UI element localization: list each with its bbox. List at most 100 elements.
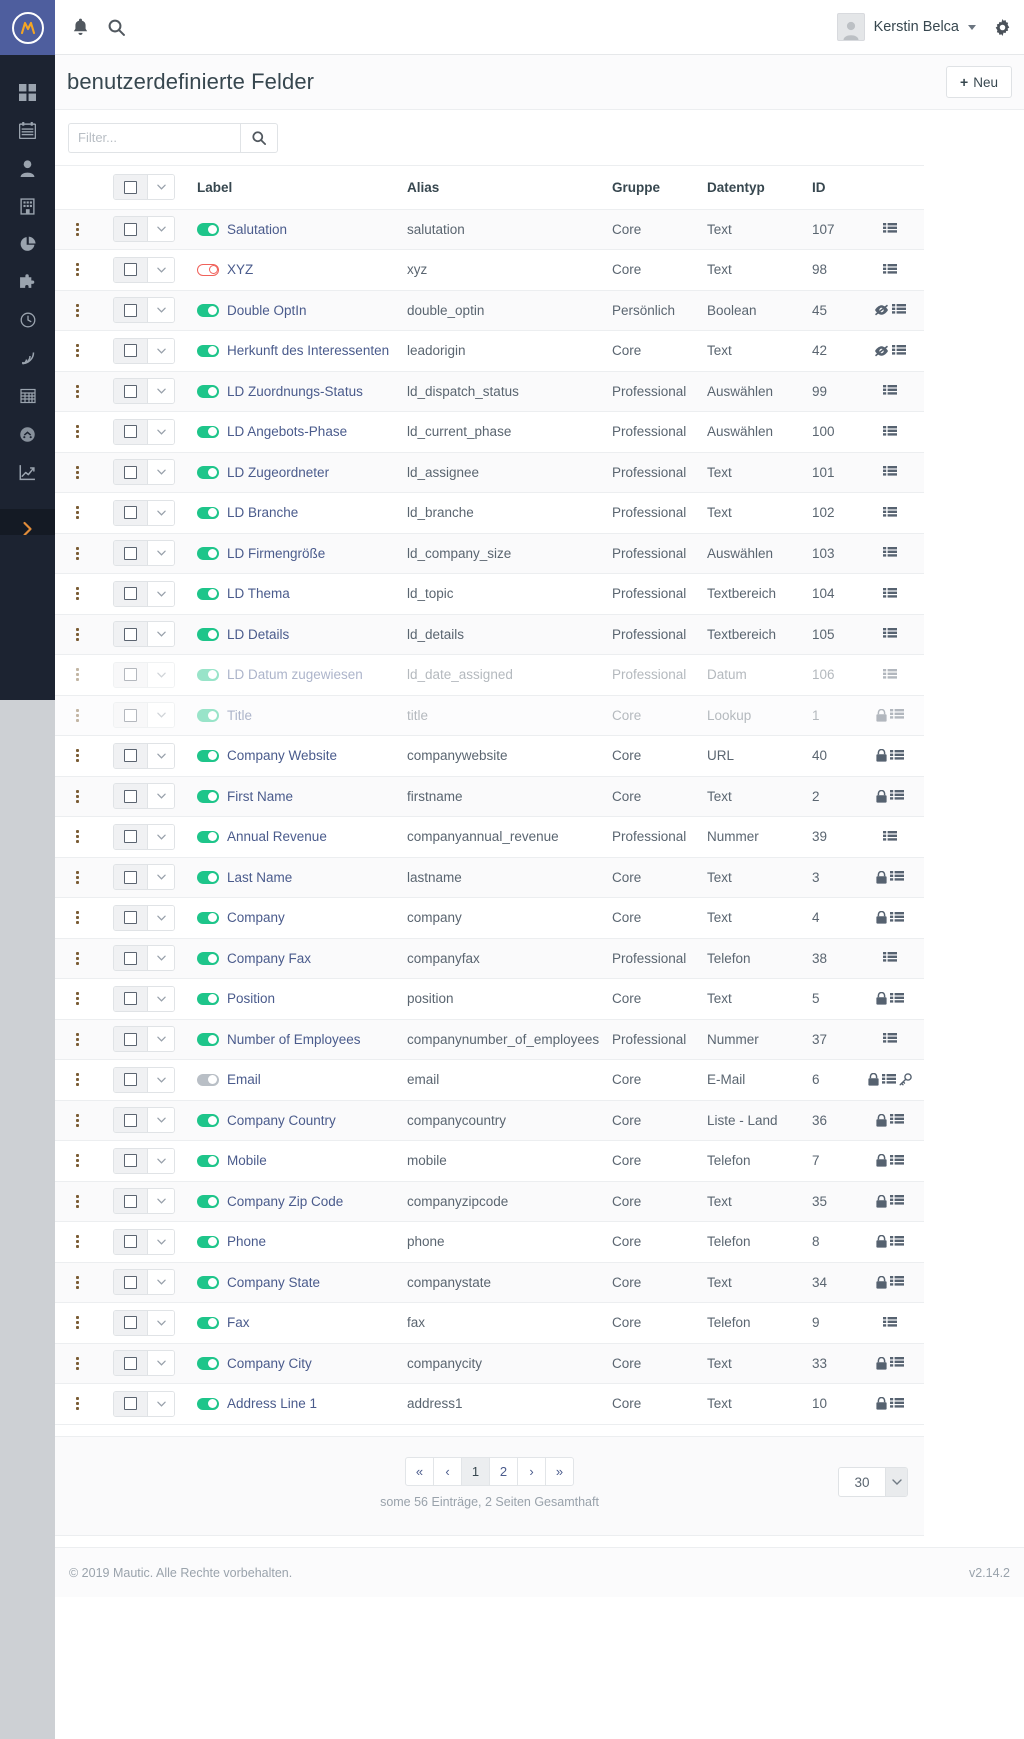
row-actions-dropdown[interactable] bbox=[148, 298, 174, 323]
row-select-group[interactable] bbox=[113, 1107, 175, 1134]
row-actions-dropdown[interactable] bbox=[148, 703, 174, 728]
row-actions-dropdown[interactable] bbox=[148, 1067, 174, 1092]
row-drag-handle[interactable] bbox=[55, 249, 100, 291]
row-drag-handle[interactable] bbox=[55, 614, 100, 655]
row-actions-dropdown[interactable] bbox=[148, 257, 174, 282]
row-checkbox[interactable] bbox=[114, 1027, 148, 1052]
row-select-group[interactable] bbox=[113, 823, 175, 850]
sidebar-scroll-track[interactable] bbox=[0, 700, 55, 1739]
row-select-group[interactable] bbox=[113, 1066, 175, 1093]
action-lock[interactable] bbox=[875, 1235, 887, 1248]
page-size-select[interactable]: 30 bbox=[838, 1467, 908, 1497]
row-checkbox[interactable] bbox=[114, 1189, 148, 1214]
publish-toggle[interactable] bbox=[197, 911, 219, 924]
row-actions-dropdown[interactable] bbox=[148, 1027, 174, 1052]
publish-toggle[interactable] bbox=[197, 506, 219, 519]
row-checkbox[interactable] bbox=[114, 1108, 148, 1133]
row-actions-dropdown[interactable] bbox=[148, 1310, 174, 1335]
field-label-link[interactable]: LD Firmengröße bbox=[227, 546, 325, 561]
th-gruppe[interactable]: Gruppe bbox=[600, 166, 695, 210]
row-select-group[interactable] bbox=[113, 418, 175, 445]
field-label-link[interactable]: Last Name bbox=[227, 870, 292, 885]
row-checkbox[interactable] bbox=[114, 743, 148, 768]
action-list[interactable] bbox=[889, 790, 904, 802]
page-size-dropdown-arrow[interactable] bbox=[885, 1468, 907, 1496]
row-select-group[interactable] bbox=[113, 1228, 175, 1255]
field-label-link[interactable]: LD Thema bbox=[227, 586, 290, 601]
table-row[interactable]: LD Zugeordneter ld_assignee Professional Te… bbox=[55, 452, 924, 493]
row-checkbox[interactable] bbox=[114, 217, 148, 242]
row-actions-dropdown[interactable] bbox=[148, 1108, 174, 1133]
field-label-link[interactable]: Company Zip Code bbox=[227, 1194, 343, 1209]
field-label-link[interactable]: Company City bbox=[227, 1356, 312, 1371]
row-checkbox[interactable] bbox=[114, 1310, 148, 1335]
user-menu[interactable]: Kerstin Belca bbox=[836, 13, 980, 41]
table-row[interactable]: XYZ xyz Core Text 98 bbox=[55, 249, 924, 291]
row-actions-dropdown[interactable] bbox=[148, 1351, 174, 1376]
row-checkbox[interactable] bbox=[114, 500, 148, 525]
action-list[interactable] bbox=[882, 668, 897, 681]
table-row[interactable]: Company City companycity Core Text 33 bbox=[55, 1343, 924, 1384]
sidebar-item-channels[interactable] bbox=[0, 339, 55, 377]
row-select-group[interactable] bbox=[113, 1350, 175, 1377]
action-lock[interactable] bbox=[875, 870, 887, 884]
action-list[interactable] bbox=[882, 952, 897, 964]
table-row[interactable]: LD Branche ld_branche Professional Text 102 bbox=[55, 492, 924, 534]
action-list[interactable] bbox=[891, 304, 906, 316]
row-actions-dropdown[interactable] bbox=[148, 379, 174, 404]
row-select-group[interactable] bbox=[113, 540, 175, 567]
action-key[interactable] bbox=[899, 1073, 912, 1086]
row-checkbox[interactable] bbox=[114, 338, 148, 363]
sidebar-item-points[interactable] bbox=[0, 301, 55, 339]
action-lock[interactable] bbox=[875, 1356, 887, 1370]
publish-toggle[interactable] bbox=[197, 749, 219, 762]
filter-search-button[interactable] bbox=[240, 122, 278, 153]
row-select-group[interactable] bbox=[113, 580, 175, 607]
table-row[interactable]: Double OptIn double_optin Persönlich Boolea… bbox=[55, 290, 924, 331]
notifications-button[interactable] bbox=[62, 0, 98, 55]
field-label-link[interactable]: Email bbox=[227, 1072, 261, 1087]
field-label-link[interactable]: LD Datum zugewiesen bbox=[227, 667, 363, 682]
row-drag-handle[interactable] bbox=[55, 938, 100, 979]
pagination-page-2[interactable]: 2 bbox=[489, 1457, 518, 1486]
row-select-group[interactable] bbox=[113, 864, 175, 891]
action-list[interactable] bbox=[891, 344, 906, 357]
settings-button[interactable] bbox=[980, 18, 1024, 36]
action-list[interactable] bbox=[882, 628, 897, 640]
row-select-group[interactable] bbox=[113, 337, 175, 364]
field-label-link[interactable]: Address Line 1 bbox=[227, 1396, 317, 1411]
row-checkbox[interactable] bbox=[114, 581, 148, 606]
action-list[interactable] bbox=[889, 871, 904, 883]
field-label-link[interactable]: Herkunft des Interessenten bbox=[227, 343, 389, 358]
table-row[interactable]: Company Country companycountry Core Liste -… bbox=[55, 1100, 924, 1141]
action-list[interactable] bbox=[882, 830, 897, 843]
row-actions-dropdown[interactable] bbox=[148, 865, 174, 890]
field-label-link[interactable]: LD Zugeordneter bbox=[227, 465, 329, 480]
field-label-link[interactable]: Company Website bbox=[227, 748, 337, 763]
sidebar-item-campaigns[interactable] bbox=[0, 263, 55, 301]
action-list[interactable] bbox=[889, 1235, 904, 1248]
row-drag-handle[interactable] bbox=[55, 1181, 100, 1222]
row-actions-dropdown[interactable] bbox=[148, 946, 174, 971]
publish-toggle[interactable] bbox=[197, 1073, 219, 1086]
row-drag-handle[interactable] bbox=[55, 573, 100, 615]
global-search-button[interactable] bbox=[98, 0, 134, 55]
row-checkbox[interactable] bbox=[114, 986, 148, 1011]
row-select-group[interactable] bbox=[113, 216, 175, 243]
row-drag-handle[interactable] bbox=[55, 209, 100, 250]
row-drag-handle[interactable] bbox=[55, 654, 100, 696]
row-select-group[interactable] bbox=[113, 742, 175, 769]
row-select-group[interactable] bbox=[113, 945, 175, 972]
publish-toggle[interactable] bbox=[197, 790, 219, 803]
sidebar-item-contacts[interactable] bbox=[0, 149, 55, 187]
table-row[interactable]: LD Datum zugewiesen ld_date_assigned Profe… bbox=[55, 654, 924, 696]
table-row[interactable]: Company Website companywebsite Core URL 40 bbox=[55, 735, 924, 777]
row-checkbox[interactable] bbox=[114, 1270, 148, 1295]
row-drag-handle[interactable] bbox=[55, 371, 100, 412]
row-actions-dropdown[interactable] bbox=[148, 986, 174, 1011]
row-select-group[interactable] bbox=[113, 702, 175, 729]
action-list[interactable] bbox=[882, 385, 897, 397]
row-actions-dropdown[interactable] bbox=[148, 622, 174, 647]
table-row[interactable]: First Name firstname Core Text 2 bbox=[55, 776, 924, 817]
row-actions-dropdown[interactable] bbox=[148, 500, 174, 525]
